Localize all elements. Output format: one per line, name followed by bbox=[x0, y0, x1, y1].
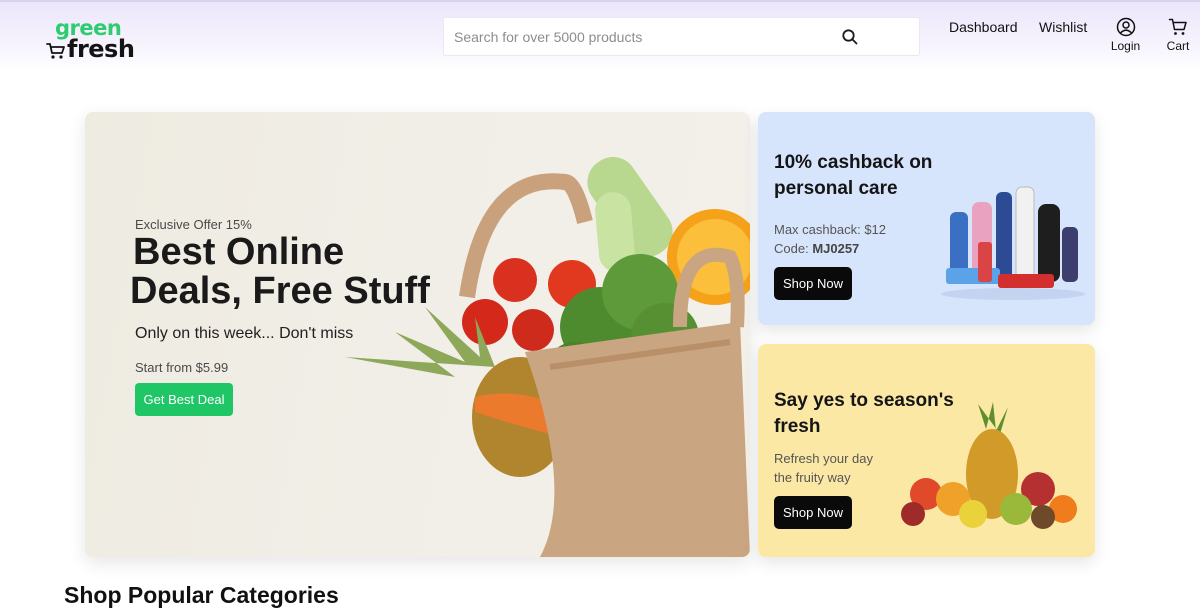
search-icon[interactable] bbox=[841, 28, 859, 46]
hero-subtitle: Only on this week... Don't miss bbox=[135, 325, 354, 342]
fruit-basket-image bbox=[901, 402, 1077, 529]
search-input[interactable] bbox=[444, 18, 864, 55]
login-label: Login bbox=[1110, 39, 1141, 53]
nav-wishlist-link[interactable]: Wishlist bbox=[1039, 19, 1087, 35]
section-title-popular-categories: Shop Popular Categories bbox=[64, 582, 339, 608]
shop-now-button-personal-care[interactable]: Shop Now bbox=[774, 267, 852, 300]
cart-logo-icon bbox=[46, 43, 65, 59]
promo-card-personal-care: 10% cashback on personal care Max cashba… bbox=[758, 112, 1095, 325]
promo-code-label: Code: bbox=[774, 241, 813, 256]
hero-title: Best Online Deals, Free Stuff bbox=[130, 231, 463, 312]
search-bar bbox=[443, 17, 920, 56]
hero-price: Start from $5.99 bbox=[135, 360, 229, 375]
promo-max-cashback: Max cashback: $12 bbox=[774, 222, 887, 237]
shop-now-button-fruits[interactable]: Shop Now bbox=[774, 496, 852, 529]
logo-text-fresh: fresh bbox=[67, 35, 135, 63]
get-best-deal-button[interactable]: Get Best Deal bbox=[135, 383, 233, 416]
promo-title: 10% cashback on personal care bbox=[774, 152, 933, 199]
grocery-bag-image bbox=[345, 157, 750, 557]
hero-title-line2: Deals, Free Stuff bbox=[130, 270, 430, 312]
user-icon bbox=[1116, 17, 1135, 37]
promo-card-seasonal-fruits: Say yes to season's fresh Refresh your d… bbox=[758, 344, 1095, 557]
nav-login[interactable]: Login bbox=[1108, 17, 1143, 53]
promo-code: MJ0257 bbox=[812, 241, 860, 256]
cart-icon bbox=[1168, 18, 1187, 35]
nav-cart[interactable]: Cart bbox=[1163, 17, 1193, 53]
hero-banner: Exclusive Offer 15% Best Online Deals, F… bbox=[85, 112, 750, 557]
promo-fruity-text: Refresh your day the fruity way bbox=[774, 449, 873, 487]
promo-cashback-text: Max cashback: $12 Code: MJ0257 bbox=[774, 220, 886, 258]
brand-logo[interactable]: green fresh bbox=[46, 16, 146, 64]
nav-dashboard-link[interactable]: Dashboard bbox=[949, 19, 1018, 35]
promo-line2: the fruity way bbox=[774, 470, 851, 485]
personal-care-products-image bbox=[941, 186, 1085, 300]
promo-line1: Refresh your day bbox=[774, 451, 873, 466]
hero-title-line1: Best Online bbox=[133, 231, 345, 273]
cart-label: Cart bbox=[1166, 39, 1190, 53]
hero-eyebrow: Exclusive Offer 15% bbox=[135, 217, 252, 232]
site-header: green fresh Dashboard Wishlist Login Car bbox=[0, 0, 1200, 72]
